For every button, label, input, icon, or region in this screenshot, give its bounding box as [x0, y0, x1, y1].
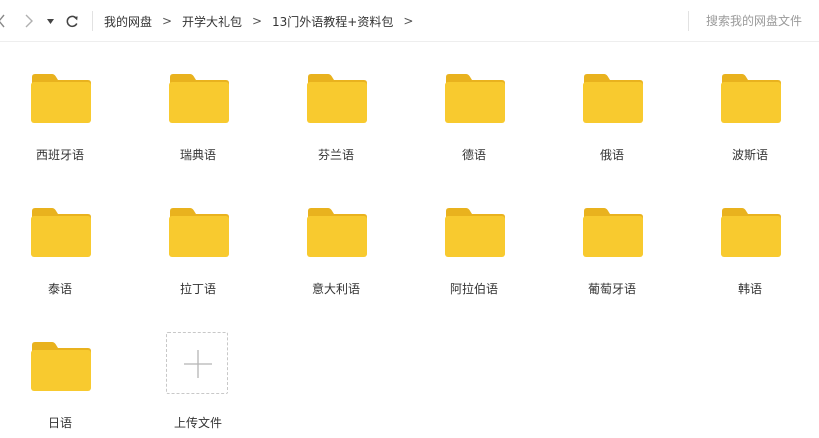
- folder-name: 意大利语: [311, 282, 360, 296]
- folder-icon: [445, 74, 505, 123]
- caret-down-icon: [47, 19, 54, 24]
- folder-icon: [721, 74, 781, 123]
- folder-item[interactable]: 拉丁语: [143, 176, 253, 296]
- upload-label: 上传文件: [173, 416, 222, 430]
- folder-name: 葡萄牙语: [587, 282, 636, 296]
- file-grid: 西班牙语 瑞典语 芬兰语 德语 俄语 波斯语泰语 拉丁语 意大利语 阿拉伯语 葡萄牙语 韩语日语 上传…: [0, 42, 819, 438]
- breadcrumb-separator: >: [161, 14, 173, 28]
- refresh-button[interactable]: [63, 8, 81, 34]
- back-button[interactable]: [0, 8, 8, 34]
- folder-icon: [31, 342, 91, 391]
- breadcrumb-separator: >: [403, 14, 414, 28]
- history-dropdown-button[interactable]: [44, 8, 58, 34]
- folder-item[interactable]: 芬兰语: [281, 42, 391, 162]
- folder-item[interactable]: 韩语: [695, 176, 805, 296]
- folder-name: 拉丁语: [179, 282, 216, 296]
- search-divider: [688, 11, 689, 31]
- toolbar-divider: [92, 11, 93, 31]
- upload-file-tile[interactable]: 上传文件: [143, 310, 253, 430]
- folder-name: 日语: [47, 416, 72, 430]
- upload-dropzone[interactable]: [166, 332, 228, 394]
- folder-item[interactable]: 俄语: [557, 42, 667, 162]
- folder-icon: [445, 208, 505, 257]
- folder-icon: [307, 208, 367, 257]
- folder-item[interactable]: 德语: [419, 42, 529, 162]
- folder-item[interactable]: 波斯语: [695, 42, 805, 162]
- folder-icon: [583, 208, 643, 257]
- breadcrumb-item-root[interactable]: 我的网盘: [104, 13, 152, 30]
- folder-name: 瑞典语: [179, 148, 216, 162]
- chevron-left-icon: [0, 14, 5, 28]
- breadcrumb-item-parent[interactable]: 开学大礼包: [182, 13, 242, 30]
- plus-icon: [184, 350, 212, 378]
- folder-name: 韩语: [737, 282, 762, 296]
- folder-item[interactable]: 西班牙语: [5, 42, 115, 162]
- forward-button[interactable]: [22, 8, 36, 34]
- folder-name: 西班牙语: [35, 148, 84, 162]
- refresh-icon: [66, 15, 78, 28]
- folder-icon: [31, 208, 91, 257]
- folder-name: 泰语: [47, 282, 72, 296]
- folder-icon: [721, 208, 781, 257]
- folder-name: 波斯语: [731, 148, 768, 162]
- folder-item[interactable]: 阿拉伯语: [419, 176, 529, 296]
- folder-icon: [307, 74, 367, 123]
- folder-name: 德语: [461, 148, 486, 162]
- breadcrumb-separator: >: [252, 14, 263, 28]
- folder-icon: [169, 74, 229, 123]
- search-input[interactable]: [700, 11, 816, 31]
- folder-name: 芬兰语: [317, 148, 354, 162]
- folder-item[interactable]: 意大利语: [281, 176, 391, 296]
- folder-item[interactable]: 瑞典语: [143, 42, 253, 162]
- folder-item[interactable]: 葡萄牙语: [557, 176, 667, 296]
- toolbar: 我的网盘 > 开学大礼包 > 13门外语教程+资料包 >: [0, 0, 819, 42]
- folder-name: 阿拉伯语: [449, 282, 498, 296]
- folder-item[interactable]: 泰语: [5, 176, 115, 296]
- breadcrumb-item-current[interactable]: 13门外语教程+资料包: [272, 13, 393, 30]
- folder-icon: [583, 74, 643, 123]
- folder-icon: [169, 208, 229, 257]
- chevron-right-icon: [25, 14, 33, 28]
- folder-icon: [31, 74, 91, 123]
- folder-name: 俄语: [599, 148, 624, 162]
- folder-item[interactable]: 日语: [5, 310, 115, 430]
- breadcrumb: 我的网盘 > 开学大礼包 > 13门外语教程+资料包 >: [104, 0, 423, 42]
